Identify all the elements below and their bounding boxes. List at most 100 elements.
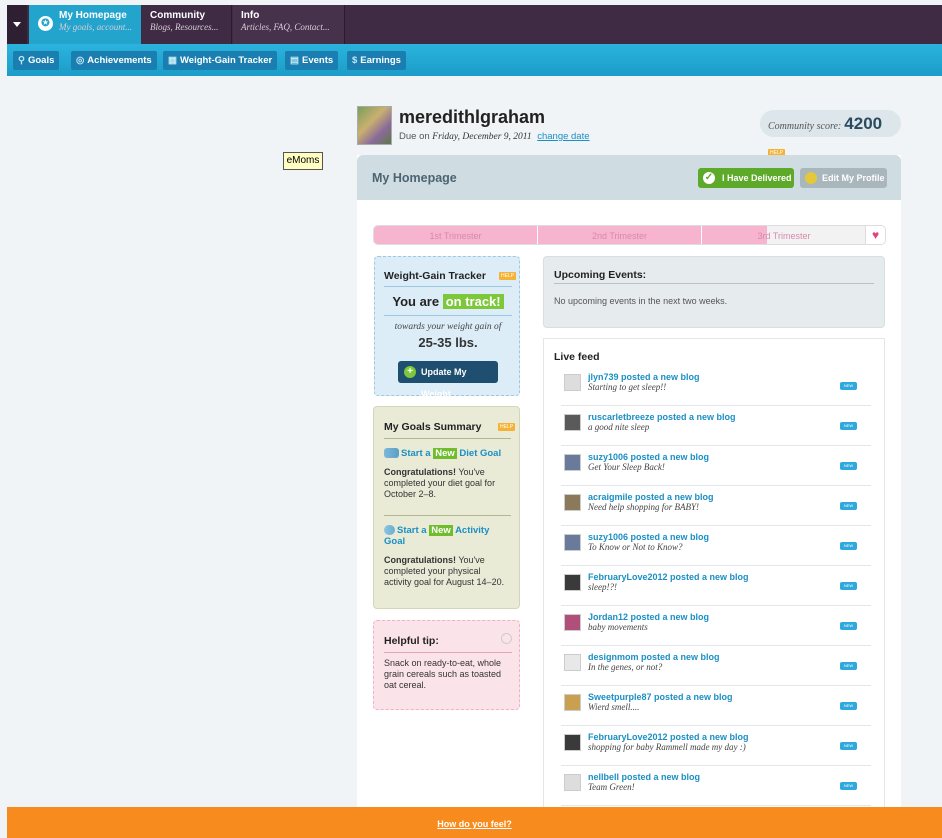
feed-item-subtitle[interactable]: shopping for baby Rammell made my day :) <box>588 742 746 752</box>
help-badge[interactable]: HELP <box>498 423 516 431</box>
feed-item[interactable]: nellbell posted a new blog Team Green! NEW <box>561 766 871 806</box>
feed-item[interactable]: FebruaryLove2012 posted a new blog shoppi… <box>561 726 871 766</box>
tab-info[interactable]: Info Articles, FAQ, Contact... <box>233 5 345 44</box>
avatar[interactable] <box>564 454 581 471</box>
feed-item[interactable]: jlyn739 posted a new blog Starting to get… <box>561 366 871 406</box>
feed-item-subtitle[interactable]: To Know or Not to Know? <box>588 542 682 552</box>
link-text: Start a <box>397 525 427 536</box>
avatar[interactable] <box>564 414 581 431</box>
subnav-label: Achievements <box>87 55 152 66</box>
feed-item-headline[interactable]: FebruaryLove2012 posted a new blog <box>588 732 749 742</box>
edit-profile-button[interactable]: Edit My Profile <box>800 168 887 188</box>
how-do-you-feel-link[interactable]: How do you feel? <box>437 819 512 829</box>
feed-item-subtitle[interactable]: a good nite sleep <box>588 422 649 432</box>
heart-icon[interactable]: ♥ <box>865 226 885 244</box>
tab-title: Info <box>241 10 260 21</box>
tab-subtitle: Articles, FAQ, Contact... <box>241 22 330 32</box>
feed-item[interactable]: Sweetpurple87 posted a new blog Wierd sme… <box>561 686 871 726</box>
feed-item-headline[interactable]: suzy1006 posted a new blog <box>588 452 709 462</box>
avatar[interactable] <box>564 774 581 791</box>
feed-item-subtitle[interactable]: In the genes, or not? <box>588 662 662 672</box>
feed-item-subtitle[interactable]: Starting to get sleep!! <box>588 382 666 392</box>
widget-title: My Goals Summary <box>384 421 482 433</box>
button-label: I Have Delivered <box>722 173 792 183</box>
feed-item[interactable]: Jordan12 posted a new blog baby movements… <box>561 606 871 646</box>
i-have-delivered-button[interactable]: ✓ I Have Delivered <box>698 168 794 188</box>
gear-icon <box>805 172 817 184</box>
new-badge: NEW <box>840 622 857 630</box>
subnav-label: Goals <box>27 55 55 66</box>
feed-item-subtitle[interactable]: Need help shopping for BABY! <box>588 502 699 512</box>
badge-icon: ◎ <box>76 55 85 66</box>
feed-item-headline[interactable]: Jordan12 posted a new blog <box>588 612 709 622</box>
feed-item-headline[interactable]: ruscarletbreeze posted a new blog <box>588 412 736 422</box>
feed-item[interactable]: ruscarletbreeze posted a new blog a good … <box>561 406 871 446</box>
feed-item-headline[interactable]: acraigmile posted a new blog <box>588 492 714 502</box>
feed-item-headline[interactable]: nellbell posted a new blog <box>588 772 700 782</box>
avatar[interactable] <box>564 734 581 751</box>
update-weight-button[interactable]: + Update My Weight <box>398 361 498 399</box>
feed-item-headline[interactable]: FebruaryLove2012 posted a new blog <box>588 572 749 582</box>
new-badge: NEW <box>840 702 857 710</box>
feed-item[interactable]: acraigmile posted a new blog Need help sh… <box>561 486 871 526</box>
refresh-icon[interactable] <box>501 633 512 644</box>
divider <box>384 315 512 316</box>
help-badge[interactable]: HELP <box>499 272 517 280</box>
tooltip: eMoms <box>283 152 323 170</box>
tab-community[interactable]: Community Blogs, Resources... <box>142 5 232 44</box>
weight-subtitle: towards your weight gain of <box>394 322 502 332</box>
avatar[interactable] <box>564 614 581 631</box>
feed-item[interactable]: suzy1006 posted a new blog To Know or Not… <box>561 526 871 566</box>
subnav-goals-button[interactable]: ⚲ Goals <box>13 51 60 70</box>
goals-summary-widget: My Goals Summary HELP Start a New Diet G… <box>373 406 520 609</box>
start-activity-goal-link[interactable]: Start a New Activity Goal <box>384 525 509 547</box>
page-title: My Homepage <box>372 171 457 185</box>
feed-item-subtitle[interactable]: baby movements <box>588 622 648 632</box>
new-badge: New <box>433 448 457 459</box>
due-date: Friday, December 9, 2011 <box>432 132 532 142</box>
trimester-progress-bar: 1st Trimester 2nd Trimester 3rd Trimeste… <box>373 225 886 245</box>
menu-dropdown-arrow-icon[interactable] <box>7 5 27 44</box>
tab-my-homepage[interactable]: ✪ My Homepage My goals, account... <box>29 5 141 44</box>
subnav-events-button[interactable]: ▤ Events <box>285 51 339 70</box>
feed-item-subtitle[interactable]: sleep!?! <box>588 582 617 592</box>
activity-goal-message: Congratulations! You've completed your p… <box>384 555 509 588</box>
button-label: Edit My Profile <box>822 173 885 183</box>
trimester-1-label: 1st Trimester <box>374 226 538 244</box>
start-diet-goal-link[interactable]: Start a New Diet Goal <box>384 448 501 459</box>
score-value: 4200 <box>844 114 883 133</box>
subnav-weight-tracker-button[interactable]: ▦ Weight-Gain Tracker <box>163 51 278 70</box>
upcoming-events-widget: Upcoming Events: No upcoming events in t… <box>543 256 885 328</box>
homepage-header: My Homepage ✓ I Have Delivered Edit My P… <box>357 155 901 200</box>
feed-item[interactable]: designmom posted a new blog In the genes,… <box>561 646 871 686</box>
congrats-label: Congratulations! <box>384 555 456 565</box>
avatar[interactable] <box>564 694 581 711</box>
avatar[interactable] <box>564 374 581 391</box>
widget-title: Upcoming Events: <box>554 269 647 281</box>
subnav-achievements-button[interactable]: ◎ Achievements <box>71 51 157 70</box>
widget-title: Weight-Gain Tracker <box>384 270 486 282</box>
avatar[interactable] <box>564 494 581 511</box>
feed-item-headline[interactable]: jlyn739 posted a new blog <box>588 372 700 382</box>
feed-item-headline[interactable]: designmom posted a new blog <box>588 652 720 662</box>
divider <box>384 286 512 287</box>
avatar[interactable] <box>564 654 581 671</box>
feed-item-subtitle[interactable]: Get Your Sleep Back! <box>588 462 665 472</box>
feed-item[interactable]: suzy1006 posted a new blog Get Your Sleep… <box>561 446 871 486</box>
chart-icon: ▦ <box>168 55 177 66</box>
due-prefix: Due on <box>399 131 430 142</box>
top-nav-bar: ✪ My Homepage My goals, account... Commu… <box>7 5 942 44</box>
feed-item-subtitle[interactable]: Team Green! <box>588 782 635 792</box>
pin-icon: ⚲ <box>18 55 25 66</box>
avatar[interactable] <box>564 574 581 591</box>
feed-item-headline[interactable]: Sweetpurple87 posted a new blog <box>588 692 733 702</box>
avatar[interactable] <box>357 106 392 145</box>
avatar[interactable] <box>564 534 581 551</box>
subnav-earnings-button[interactable]: $ Earnings <box>347 51 406 70</box>
status-prefix: You are <box>392 294 440 309</box>
change-date-link[interactable]: change date <box>537 131 589 142</box>
feed-item[interactable]: FebruaryLove2012 posted a new blog sleep!… <box>561 566 871 606</box>
trimester-2-label: 2nd Trimester <box>538 226 702 244</box>
feed-item-subtitle[interactable]: Wierd smell.... <box>588 702 639 712</box>
feed-item-headline[interactable]: suzy1006 posted a new blog <box>588 532 709 542</box>
